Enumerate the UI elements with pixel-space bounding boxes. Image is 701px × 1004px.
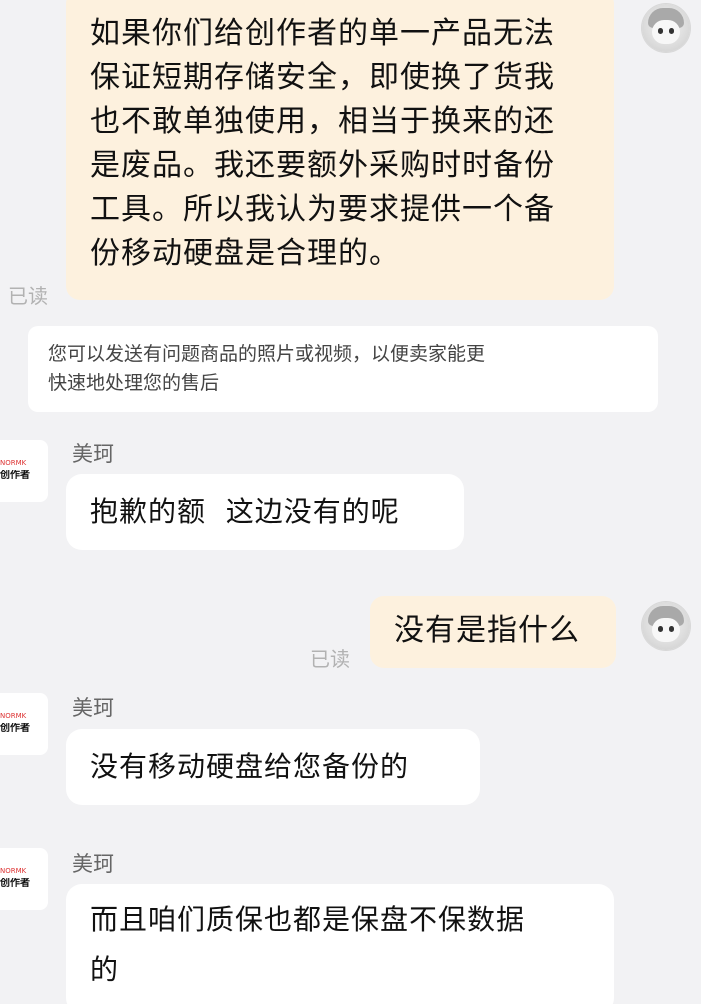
- seller-avatar[interactable]: NORMK 创作者: [0, 848, 48, 910]
- message-line: 保证短期存储安全，即使换了货我: [90, 60, 555, 95]
- sender-name: 美珂: [72, 442, 114, 466]
- seller-logo-small: NORMK: [0, 713, 27, 719]
- sender-name: 美珂: [72, 696, 114, 720]
- message-text: 抱歉的额 这边没有的呢: [90, 495, 400, 528]
- user-avatar[interactable]: [642, 602, 690, 650]
- sender-name: 美珂: [72, 852, 114, 876]
- message-line: 而且咱们质保也都是保盘不保数据: [90, 903, 526, 936]
- seller-logo-small: NORMK: [0, 460, 27, 466]
- message-text: 没有移动硬盘给您备份的: [90, 750, 410, 783]
- seller-avatar[interactable]: NORMK 创作者: [0, 693, 48, 755]
- message-text: 没有是指什么: [394, 613, 580, 648]
- message-line: 工具。所以我认为要求提供一个备: [90, 192, 555, 227]
- user-avatar[interactable]: [642, 4, 690, 52]
- seller-avatar[interactable]: NORMK 创作者: [0, 440, 48, 502]
- seller-logo-main: 创作者: [0, 878, 30, 889]
- message-line: 份移动硬盘是合理的。: [90, 236, 400, 271]
- read-receipt: 已读: [310, 647, 350, 671]
- user-message-bubble[interactable]: 如果你们给创作者的单一产品无法 保证短期存储安全，即使换了货我 也不敢单独使用，…: [66, 0, 614, 300]
- seller-logo-main: 创作者: [0, 723, 30, 734]
- seller-logo-main: 创作者: [0, 470, 30, 481]
- seller-message-bubble[interactable]: 没有移动硬盘给您备份的: [66, 729, 480, 805]
- seller-message-bubble[interactable]: 抱歉的额 这边没有的呢: [66, 474, 464, 550]
- chat-window: 如果你们给创作者的单一产品无法 保证短期存储安全，即使换了货我 也不敢单独使用，…: [0, 0, 701, 1004]
- message-line: 是废品。我还要额外采购时时备份: [90, 148, 555, 183]
- message-line: 如果你们给创作者的单一产品无法: [90, 16, 555, 51]
- seller-logo-small: NORMK: [0, 868, 27, 874]
- system-notice: 您可以发送有问题商品的照片或视频，以便卖家能更 快速地处理您的售后: [28, 326, 658, 412]
- read-receipt: 已读: [8, 284, 48, 308]
- message-line: 也不敢单独使用，相当于换来的还: [90, 104, 555, 139]
- notice-line: 快速地处理您的售后: [48, 372, 220, 394]
- user-message-bubble[interactable]: 没有是指什么: [370, 596, 616, 668]
- notice-line: 您可以发送有问题商品的照片或视频，以便卖家能更: [48, 343, 486, 365]
- message-line: 的: [90, 953, 120, 986]
- seller-message-bubble[interactable]: 而且咱们质保也都是保盘不保数据 的: [66, 884, 614, 1004]
